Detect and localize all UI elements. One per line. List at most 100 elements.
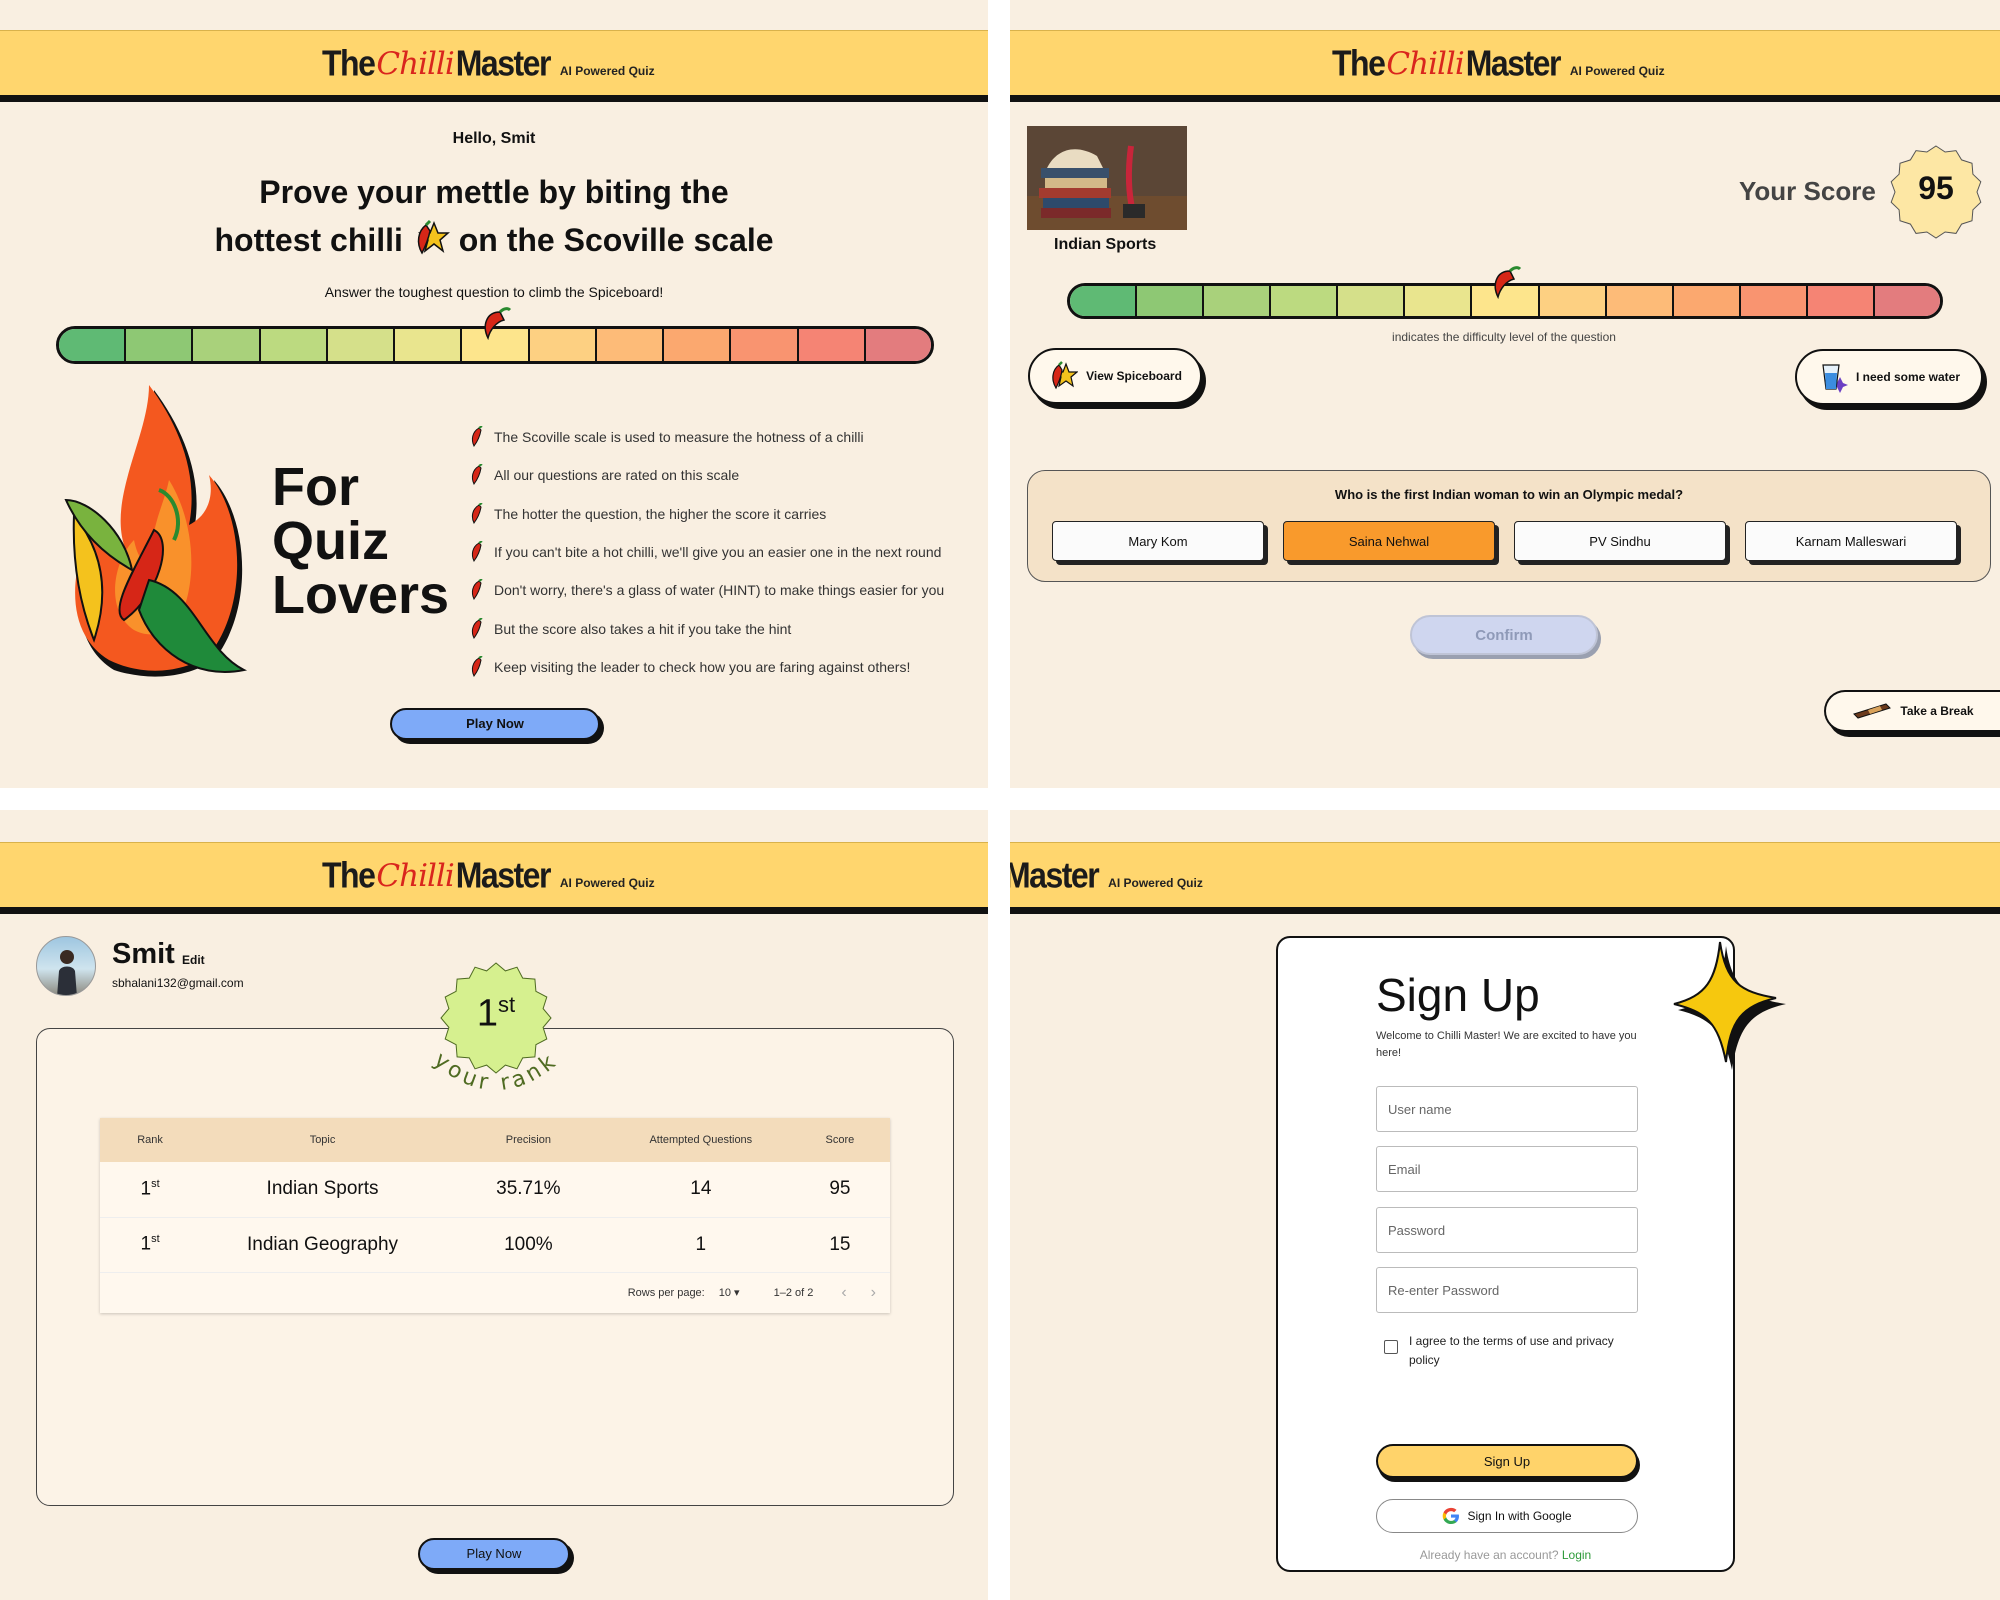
column-header[interactable]: Precision	[444, 1118, 612, 1162]
rule-item: Keep visiting the leader to check how yo…	[470, 648, 944, 686]
scale-segment	[193, 329, 261, 361]
scale-segment	[731, 329, 799, 361]
table-row: 1st Indian Geography 100% 1 15	[100, 1217, 890, 1273]
answer-option[interactable]: Karnam Malleswari	[1745, 521, 1957, 561]
chevron-down-icon: ▾	[734, 1287, 740, 1299]
table-row: 1st Indian Sports 35.71% 14 95	[100, 1162, 890, 1218]
question-card: Who is the first Indian woman to win an …	[1027, 470, 1991, 582]
precision-cell: 35.71%	[444, 1162, 612, 1218]
chilli-icon	[417, 219, 450, 255]
answer-option[interactable]: PV Sindhu	[1514, 521, 1726, 561]
signup-welcome: Welcome to Chilli Master! We are excited…	[1376, 1030, 1637, 1059]
chilli-bullet-icon	[471, 579, 483, 601]
user-name: Smit	[112, 938, 175, 970]
chocolate-bar-icon	[1852, 702, 1892, 720]
play-now-button[interactable]: Play Now	[390, 708, 600, 740]
scale-segment	[865, 329, 931, 361]
prev-page-icon[interactable]: ‹	[841, 1284, 846, 1302]
column-header[interactable]: Score	[789, 1118, 890, 1162]
app-logo[interactable]: The Chilli Master AI Powered Quiz	[1332, 43, 1665, 83]
sparkle-star-icon	[1673, 941, 1786, 1070]
scale-segment	[1405, 286, 1473, 316]
scale-chilli-marker-icon	[1494, 266, 1522, 300]
google-signin-button[interactable]: Sign In with Google	[1376, 1499, 1638, 1533]
scale-segment	[529, 329, 597, 361]
column-header[interactable]: Attempted Questions	[611, 1118, 790, 1162]
scale-segment	[1874, 286, 1940, 316]
reenter-password-field[interactable]	[1376, 1267, 1638, 1313]
confirm-button[interactable]: Confirm	[1410, 615, 1598, 655]
score-cell: 15	[789, 1217, 890, 1273]
next-page-icon[interactable]: ›	[871, 1284, 876, 1302]
home-subtitle: Answer the toughest question to climb th…	[324, 284, 664, 300]
scale-segment	[327, 329, 396, 361]
email-field[interactable]	[1376, 1146, 1638, 1192]
view-spiceboard-button[interactable]: View Spiceboard	[1028, 348, 1202, 404]
login-prompt: Already have an account? Login	[1419, 1548, 1592, 1562]
scale-segment	[1204, 286, 1272, 316]
column-header[interactable]: Rank	[100, 1118, 201, 1162]
edit-profile-link[interactable]: Edit	[182, 953, 205, 967]
chilli-bullet-icon	[471, 617, 483, 639]
chilli-icon	[1048, 360, 1079, 392]
rank-caption: your rank	[429, 1048, 563, 1096]
topic-image	[1027, 126, 1187, 230]
signup-card: Sign Up Welcome to Chilli Master! We are…	[1276, 936, 1735, 1572]
attempted-cell: 14	[611, 1162, 790, 1218]
chilli-bullet-icon	[471, 464, 483, 486]
hero-text: For Quiz Lovers	[272, 457, 450, 625]
signup-screen: Master AI Powered Quiz Sign Up Welcome t…	[1010, 810, 2000, 1600]
svg-text:your rank: your rank	[429, 1048, 563, 1096]
terms-checkbox[interactable]	[1384, 1340, 1398, 1354]
scale-caption: indicates the difficulty level of the qu…	[1392, 330, 1616, 344]
scale-segment	[1807, 286, 1875, 316]
app-logo[interactable]: The Chilli Master AI Powered Quiz	[322, 43, 655, 83]
chilli-bullet-icon	[471, 426, 483, 448]
scale-segment	[126, 329, 194, 361]
scale-segment	[664, 329, 732, 361]
rule-item: All our questions are rated on this scal…	[470, 456, 944, 494]
hint-water-button[interactable]: I need some water	[1795, 349, 1983, 405]
username-field[interactable]	[1376, 1086, 1638, 1132]
login-link[interactable]: Login	[1562, 1548, 1591, 1562]
avatar[interactable]	[36, 936, 96, 996]
scale-segment	[1137, 286, 1205, 316]
chilli-bullet-icon	[471, 655, 483, 677]
terms-label: I agree to the terms of use and privacy …	[1409, 1334, 1614, 1367]
take-break-button[interactable]: Take a Break	[1824, 690, 2000, 732]
rank-cell: 1st	[100, 1217, 201, 1273]
greeting: Hello, Smit	[452, 130, 536, 147]
rule-item: The hotter the question, the higher the …	[470, 495, 944, 533]
scale-segment	[798, 329, 866, 361]
score-value: 95	[1918, 170, 1954, 206]
app-subtitle: AI Powered Quiz	[559, 64, 655, 78]
scale-segment	[1673, 286, 1741, 316]
app-logo[interactable]: Master AI Powered Quiz	[1010, 855, 1203, 895]
scale-segment	[1606, 286, 1674, 316]
answer-option-selected[interactable]: Saina Nehwal	[1283, 521, 1495, 561]
scale-segment	[395, 329, 463, 361]
rules-list: The Scoville scale is used to measure th…	[470, 418, 944, 686]
password-field[interactable]	[1376, 1207, 1638, 1253]
app-logo[interactable]: The Chilli Master AI Powered Quiz	[322, 855, 655, 895]
scale-segment	[260, 329, 328, 361]
water-glass-icon	[1818, 361, 1848, 393]
profile-screen: The Chilli Master AI Powered Quiz Smit E…	[0, 810, 988, 1600]
app-header: The Chilli Master AI Powered Quiz	[0, 842, 988, 914]
column-header[interactable]: Topic	[200, 1118, 445, 1162]
rule-item: The Scoville scale is used to measure th…	[470, 418, 944, 456]
rows-per-page-select[interactable]: 10 ▾	[719, 1286, 740, 1299]
app-header: Master AI Powered Quiz	[1010, 842, 2000, 914]
scale-chilli-marker-icon	[484, 307, 512, 341]
google-icon	[1443, 1507, 1460, 1524]
scale-segment	[59, 329, 127, 361]
topic-cell: Indian Geography	[200, 1217, 445, 1273]
signup-button[interactable]: Sign Up	[1376, 1444, 1638, 1478]
answer-option[interactable]: Mary Kom	[1052, 521, 1264, 561]
rank-cell: 1st	[100, 1162, 201, 1218]
table-header-row: Rank Topic Precision Attempted Questions…	[100, 1118, 890, 1162]
app-header: The Chilli Master AI Powered Quiz	[0, 30, 988, 102]
play-now-button[interactable]: Play Now	[418, 1538, 570, 1570]
rule-item: But the score also takes a hit if you ta…	[470, 609, 944, 647]
score-cell: 95	[789, 1162, 890, 1218]
